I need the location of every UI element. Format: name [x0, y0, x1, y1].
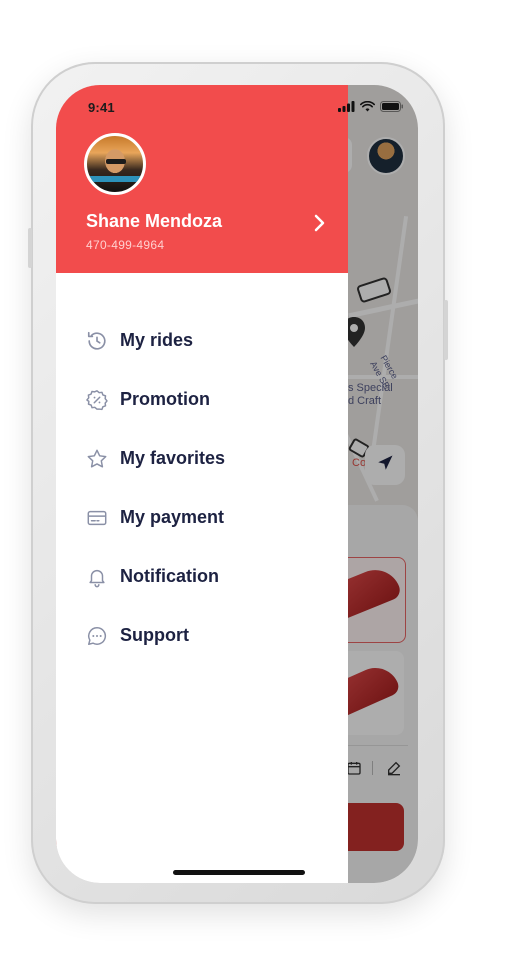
- menu-item-my-payment[interactable]: My payment: [84, 488, 324, 547]
- discount-badge-icon: [84, 387, 110, 413]
- menu-item-label: Promotion: [120, 389, 210, 409]
- menu-item-label: My payment: [120, 507, 225, 527]
- status-icons: [338, 99, 404, 117]
- drawer-menu: My rides Promotion My favorites My payme…: [84, 311, 324, 665]
- menu-item-promotion[interactable]: Promotion: [84, 370, 324, 429]
- menu-item-my-rides[interactable]: My rides: [84, 311, 324, 370]
- chevron-right-icon[interactable]: [313, 213, 327, 237]
- side-button-right: [444, 300, 448, 360]
- battery-icon: [380, 99, 404, 117]
- drawer-header: 9:41 Shane Mendoza 470-499-4964: [56, 85, 348, 273]
- menu-item-my-favorites[interactable]: My favorites: [84, 429, 324, 488]
- menu-item-label: Notification: [120, 566, 219, 586]
- avatar-background-light: [87, 176, 143, 182]
- bell-icon: [84, 564, 110, 590]
- profile-avatar[interactable]: [84, 133, 146, 195]
- status-time: 9:41: [88, 100, 115, 115]
- menu-item-support[interactable]: Support: [84, 606, 324, 665]
- credit-card-icon: [84, 505, 110, 531]
- avatar-glasses: [106, 159, 126, 164]
- side-drawer: 9:41 Shane Mendoza 470-499-4964 My rides: [56, 85, 348, 883]
- menu-item-label: Support: [120, 625, 189, 645]
- profile-phone: 470-499-4964: [86, 238, 165, 252]
- signal-icon: [338, 99, 355, 117]
- wifi-icon: [360, 99, 375, 117]
- home-indicator[interactable]: [173, 870, 305, 875]
- menu-item-label: My favorites: [120, 448, 226, 468]
- side-button-left: [28, 228, 32, 268]
- star-icon: [84, 446, 110, 472]
- phone-screen: s Special d Craft Pierce Ave SE Co By: [56, 85, 418, 883]
- menu-item-label: My rides: [120, 330, 194, 350]
- menu-item-notification[interactable]: Notification: [84, 547, 324, 606]
- history-icon: [84, 328, 110, 354]
- profile-name[interactable]: Shane Mendoza: [86, 211, 222, 232]
- chat-bubble-icon: [84, 623, 110, 649]
